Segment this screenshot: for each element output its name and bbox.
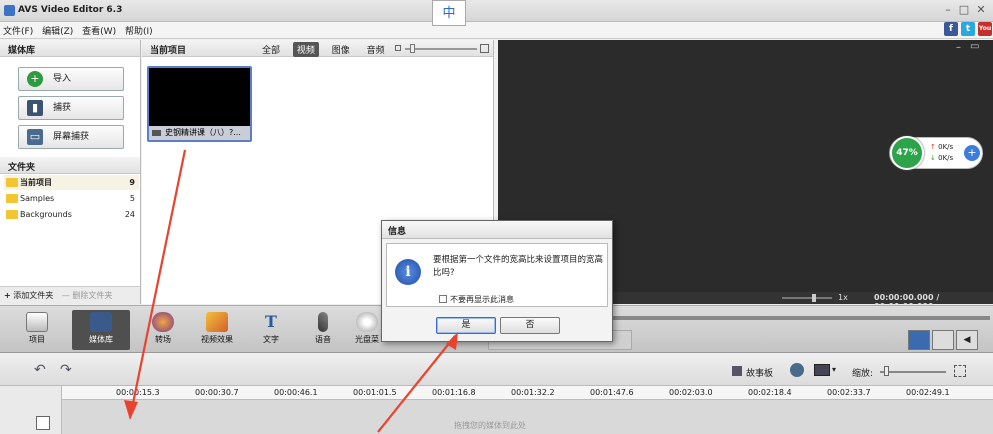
arrow-head xyxy=(446,332,458,350)
arrow-line xyxy=(377,335,456,433)
arrow-line xyxy=(128,149,187,419)
annotation-arrows xyxy=(124,149,458,433)
arrow-head xyxy=(124,400,138,420)
